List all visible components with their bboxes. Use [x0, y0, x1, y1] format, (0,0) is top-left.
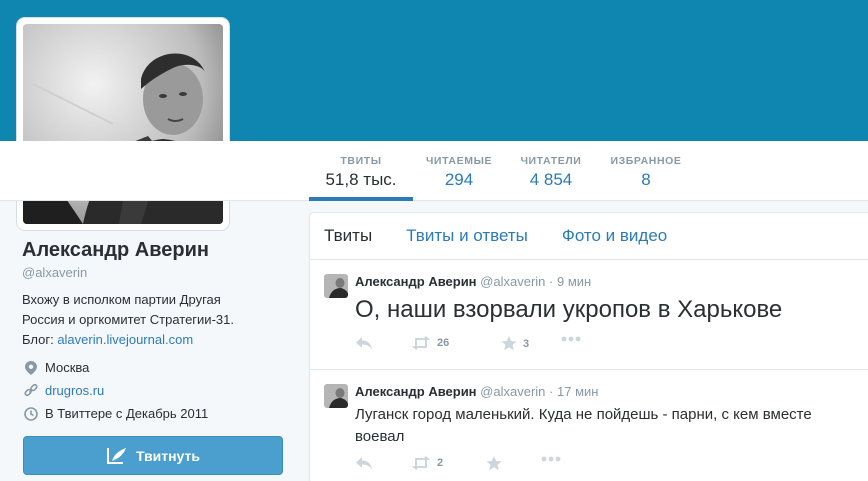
more-button[interactable]	[541, 456, 561, 462]
joined-text: В Твиттере с Декабрь 2011	[45, 406, 209, 421]
location-pin-icon	[24, 360, 38, 375]
tweet-author-handle[interactable]: @alxaverin	[480, 384, 545, 399]
more-button[interactable]	[561, 336, 581, 342]
bio-line: Россия и оргкомитет Стратегии-31.	[22, 312, 234, 327]
retweet-count: 2	[437, 457, 444, 469]
stat-favorites[interactable]: ИЗБРАННОЕ 8	[602, 141, 690, 201]
tweet-avatar[interactable]	[324, 274, 348, 298]
stat-value: 8	[641, 170, 651, 189]
tab-tweets-replies[interactable]: Твиты и ответы	[406, 226, 528, 246]
tweet-time[interactable]: 9 мин	[557, 274, 591, 289]
reply-icon	[356, 337, 372, 349]
retweet-count: 26	[437, 337, 450, 349]
compose-tweet-label: Твитнуть	[136, 447, 200, 464]
tab-tweets[interactable]: Твиты	[324, 226, 372, 246]
stat-label: ТВИТЫ	[340, 155, 382, 167]
timeline-tabs: Твиты Твиты и ответы Фото и видео	[310, 213, 868, 260]
tweet-avatar[interactable]	[324, 384, 348, 408]
tweet-author-handle[interactable]: @alxaverin	[480, 274, 545, 289]
timeline: Твиты Твиты и ответы Фото и видео Алекса…	[309, 212, 868, 481]
stat-value: 51,8 тыс.	[325, 170, 397, 189]
stat-label: ИЗБРАННОЕ	[610, 155, 682, 167]
bio-blog-link[interactable]: alaverin.livejournal.com	[57, 332, 193, 347]
tweet-actions: 26 3	[355, 336, 655, 352]
bio-line: Блог: alaverin.livejournal.com	[22, 330, 280, 350]
tweet-separator: ·	[549, 274, 554, 289]
profile-name[interactable]: Александр Аверин	[22, 239, 209, 262]
tweet-author-name[interactable]: Александр Аверин	[355, 274, 477, 289]
clock-icon	[24, 406, 38, 421]
tweet-item[interactable]: Александр Аверин @alxaverin · 9 мин О, н…	[310, 260, 868, 370]
profile-website: drugros.ru	[24, 383, 104, 398]
more-dots-icon	[561, 336, 581, 342]
reply-button[interactable]	[355, 336, 373, 350]
stat-followers[interactable]: ЧИТАТЕЛИ 4 854	[513, 141, 589, 201]
link-icon	[24, 383, 38, 398]
tweet-time[interactable]: 17 мин	[557, 384, 598, 399]
favorite-button[interactable]	[486, 456, 502, 471]
quill-icon	[107, 447, 127, 464]
tweet-actions: 2	[355, 456, 655, 472]
retweet-icon	[412, 336, 430, 350]
favorite-count: 3	[523, 337, 530, 350]
reply-button[interactable]	[355, 456, 373, 470]
star-icon	[486, 456, 502, 471]
retweet-icon	[412, 456, 430, 470]
tweet-separator: ·	[549, 384, 554, 399]
tweet-author-name[interactable]: Александр Аверин	[355, 384, 477, 399]
stat-value: 294	[444, 170, 474, 189]
bio-blog-prefix: Блог:	[22, 332, 58, 347]
stat-following[interactable]: ЧИТАЕМЫЕ 294	[420, 141, 498, 201]
profile-handle[interactable]: @alxaverin	[22, 265, 87, 280]
tweet-text: О, наши взорвали укропов в Харькове	[355, 296, 783, 323]
retweet-button[interactable]: 2	[411, 456, 443, 470]
reply-icon	[356, 457, 372, 469]
stat-label: ЧИТАЕМЫЕ	[425, 155, 493, 167]
tweet-header: Александр Аверин @alxaverin · 17 мин	[355, 384, 598, 399]
retweet-button[interactable]: 26	[411, 336, 449, 350]
stat-label: ЧИТАТЕЛИ	[520, 155, 582, 167]
location-text: Москва	[45, 360, 90, 375]
stat-tweets[interactable]: ТВИТЫ 51,8 тыс.	[309, 141, 413, 201]
tweet-text: Луганск город маленький. Куда не пойдешь…	[355, 406, 812, 445]
profile-bio: Вхожу в исполком партии Другая Россия и …	[22, 290, 280, 350]
bio-line: Вхожу в исполком партии Другая	[22, 292, 221, 307]
tab-photos-videos[interactable]: Фото и видео	[562, 226, 667, 246]
profile-location: Москва	[24, 360, 89, 375]
tweet-item[interactable]: Александр Аверин @alxaverin · 17 мин Луг…	[310, 370, 868, 481]
website-link[interactable]: drugros.ru	[45, 383, 104, 398]
tweet-header: Александр Аверин @alxaverin · 9 мин	[355, 274, 591, 289]
star-icon	[501, 336, 517, 351]
stat-value: 4 854	[529, 170, 573, 189]
favorite-button[interactable]: 3	[501, 336, 529, 351]
compose-tweet-button[interactable]: Твитнуть	[23, 436, 283, 475]
profile-joined: В Твиттере с Декабрь 2011	[24, 406, 208, 421]
more-dots-icon	[541, 456, 561, 462]
